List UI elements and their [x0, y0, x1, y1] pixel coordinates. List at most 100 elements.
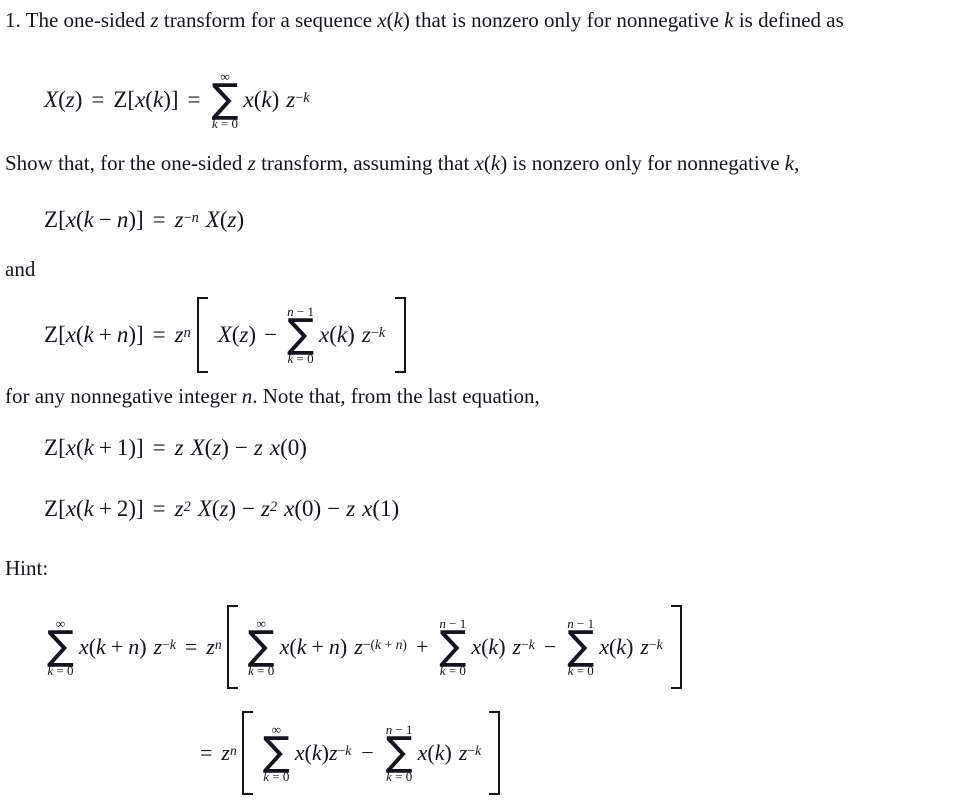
eq3-term-x: x	[319, 322, 330, 347]
sigma-icon: ∑	[385, 728, 413, 775]
eq6-s1-p-open: (	[88, 634, 97, 659]
paren-open: (	[386, 8, 394, 32]
eq2-p-open: (	[75, 207, 84, 232]
paren-open: (	[483, 151, 491, 175]
eq6-s1-exp-minus: −	[162, 637, 170, 653]
eq4-Xp-close: )	[221, 435, 229, 460]
eq1-term-k: k	[261, 87, 272, 112]
var-x: x	[474, 151, 484, 175]
eq2-bracket-open: [	[58, 207, 66, 232]
eq7-s1-lower-eq: = 0	[268, 769, 290, 785]
eq3-sum-lower-limit: k = 0	[287, 352, 313, 365]
eq2-Z-operator: Z	[44, 207, 59, 232]
eq5-Xp-close: )	[228, 496, 237, 521]
sigma-icon: ∑	[567, 622, 595, 669]
eq2-minus: −	[98, 207, 112, 232]
eq5-bracket-open: [	[58, 496, 66, 521]
eq5-equals: =	[152, 496, 166, 521]
eq3-exp-minus: −	[370, 325, 379, 342]
eq5-x2: x	[284, 496, 295, 521]
show-text-a: Show that, for the one-sided	[5, 151, 248, 175]
problem-statement-line: 1. The one-sided z transform for a seque…	[5, 8, 844, 32]
eq5-minus-1: −	[242, 496, 256, 521]
eq5-x3p-open: (	[372, 496, 381, 521]
eq2-n: n	[116, 207, 129, 232]
eq4-bracket-open: [	[58, 435, 66, 460]
eq7-bracketed-group: ∞ ∑ k = 0 x(k) z −k − n − 1 ∑ k = 0 x(k) z…	[241, 711, 501, 795]
eq2-exp-minus: −	[183, 210, 192, 227]
eq2-p-close: )	[128, 207, 136, 232]
eq2-x: x	[65, 207, 76, 232]
bracket-left-icon	[196, 297, 208, 373]
eq1-sum-lower-limit: k = 0	[212, 117, 238, 130]
eq7-s2-lower-limit: k = 0	[386, 770, 412, 783]
eq1-equals-2: =	[187, 87, 201, 112]
var-k: k	[490, 151, 501, 175]
eq1-term-x: x	[243, 87, 254, 112]
eq3-Z-operator: Z	[44, 322, 59, 347]
eq3-z: z	[174, 322, 184, 347]
bracket-left-icon	[241, 711, 253, 795]
eq6-s4-lower-eq: = 0	[573, 663, 594, 679]
eq3-bracketed-group: X(z) − n − 1 ∑ k = 0 x(k) z −k	[196, 297, 407, 373]
eq2-X: X	[205, 207, 220, 232]
eq2-Xp-close: )	[236, 207, 245, 232]
eq6-s2-x: x	[279, 634, 290, 659]
eq6-s3-k: k	[488, 634, 499, 659]
eq6-s2-exp-open: −(	[362, 637, 376, 653]
sigma-icon: ∑	[262, 728, 290, 775]
eq3-Xp-close: )	[248, 322, 257, 347]
eq3-plus: +	[98, 322, 112, 347]
var-k2: k	[784, 151, 795, 175]
eq1-p-close: )	[163, 87, 171, 112]
eq5-Xz: z	[219, 496, 229, 521]
eq7-s1-x: x	[294, 740, 305, 765]
eq6-s1-x: x	[78, 634, 89, 659]
eq1-k: k	[152, 87, 164, 112]
and-connector-line: and	[5, 257, 36, 281]
eq6-s4-exp-minus: −	[648, 637, 657, 653]
eq6-s4-lower-limit: k = 0	[568, 664, 594, 677]
show-text-d: ) is nonzero only for nonnegative	[500, 151, 785, 175]
sigma-icon: ∑	[247, 622, 275, 669]
eq3-term-p-close: )	[347, 322, 355, 347]
eq4-x: x	[65, 435, 76, 460]
eq6-s3-lower-eq: = 0	[445, 663, 466, 679]
bracket-right-icon	[489, 711, 501, 795]
eq3-summation: n − 1 ∑ k = 0	[287, 305, 314, 365]
eq6-s1-lower-eq: = 0	[53, 663, 74, 679]
eq7-s1-p-open: (	[304, 740, 312, 765]
eq1-paren-open: (	[58, 87, 66, 112]
problem-text-b: transform for a sequence	[158, 8, 378, 32]
show-that-line: Show that, for the one-sided z transform…	[5, 151, 799, 175]
eq5-z2: z	[261, 496, 271, 521]
eq1-paren-close: )	[74, 87, 83, 112]
bracket-right-icon	[670, 605, 682, 689]
eq5-minus-2: −	[327, 496, 341, 521]
eq5-p-close: )	[128, 496, 136, 521]
var-k: k	[393, 8, 403, 32]
eq1-equals-1: =	[91, 87, 105, 112]
hint-label: Hint:	[5, 556, 49, 580]
eq7-summation-2: n − 1 ∑ k = 0	[386, 723, 413, 783]
eq6-s4-k: k	[616, 634, 627, 659]
eq7-bracket-body: ∞ ∑ k = 0 x(k) z −k − n − 1 ∑ k = 0 x(k) z…	[253, 723, 489, 783]
eq4-x2p-close: )	[299, 435, 307, 460]
var-z: z	[150, 8, 159, 32]
eq3-minus: −	[264, 322, 278, 347]
show-text-e: ,	[794, 151, 800, 175]
eq3-p-open: (	[75, 322, 84, 347]
var-k2: k	[724, 8, 734, 32]
eq3-equals: =	[152, 322, 166, 347]
eq7-s2-k: k	[434, 740, 445, 765]
eq4-plus: +	[98, 435, 112, 460]
eq6-s2-p-close: )	[339, 634, 348, 659]
eq6-s4-p-open: (	[608, 634, 617, 659]
eq7-s2-z: z	[458, 740, 468, 765]
eq5-Z-operator: Z	[44, 496, 59, 521]
eq1-z: z	[65, 87, 75, 112]
eq1-bracket-open: [	[127, 87, 136, 112]
eq5-plus: +	[98, 496, 112, 521]
eq6-s2-k: k	[296, 634, 307, 659]
equation-advance-property: Z[x(k + n)] = zn X(z) − n − 1 ∑ k = 0 x(k)…	[44, 296, 407, 374]
